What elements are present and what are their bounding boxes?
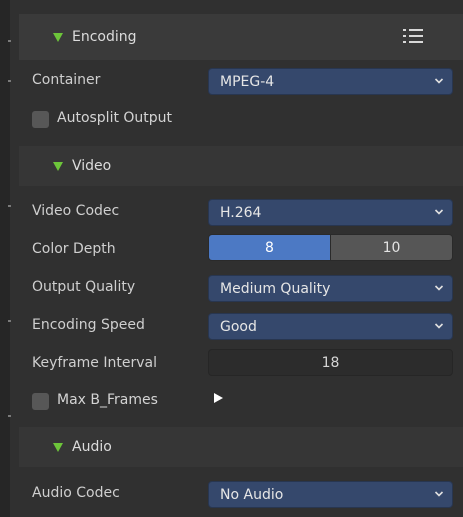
video-codec-value: H.264 — [220, 204, 262, 221]
keyframe-interval-value: 18 — [321, 354, 340, 371]
chevron-down-icon — [434, 491, 444, 497]
container-value: MPEG-4 — [220, 73, 275, 90]
edge-marker — [8, 40, 11, 42]
expand-arrow-icon[interactable] — [214, 393, 223, 403]
chevron-down-icon — [434, 323, 444, 329]
encoding-speed-label: Encoding Speed — [32, 317, 145, 333]
video-panel-title: Video — [72, 158, 112, 174]
keyframe-interval-field[interactable]: 18 — [208, 349, 453, 376]
color-depth-selector: 8 10 — [208, 234, 453, 261]
region-edge — [0, 0, 11, 517]
container-label: Container — [32, 72, 101, 88]
encoding-panel-title: Encoding — [72, 29, 137, 45]
output-quality-label: Output Quality — [32, 279, 136, 295]
expand-triangle-icon — [53, 161, 63, 171]
audio-codec-value: No Audio — [220, 486, 284, 503]
encoding-panel: Encoding Container MPEG-4 Autosplit Outp… — [19, 14, 463, 517]
audio-panel-title: Audio — [72, 439, 112, 455]
color-depth-option-8[interactable]: 8 — [209, 235, 330, 260]
expand-triangle-icon — [53, 442, 63, 452]
chevron-down-icon — [434, 285, 444, 291]
audio-codec-dropdown[interactable]: No Audio — [208, 481, 453, 508]
max-bframes-checkbox[interactable] — [32, 393, 49, 410]
encoding-speed-dropdown[interactable]: Good — [208, 313, 453, 340]
color-depth-label: Color Depth — [32, 241, 116, 257]
edge-marker — [8, 320, 11, 322]
output-quality-value: Medium Quality — [220, 280, 331, 297]
chevron-down-icon — [434, 209, 444, 215]
color-depth-option-10[interactable]: 10 — [330, 235, 452, 260]
chevron-down-icon — [434, 78, 444, 84]
audio-codec-label: Audio Codec — [32, 485, 120, 501]
edge-marker — [8, 415, 11, 417]
expand-triangle-icon — [53, 32, 63, 42]
audio-panel-header[interactable]: Audio — [19, 427, 463, 467]
video-codec-label: Video Codec — [32, 203, 120, 219]
edge-marker — [8, 80, 11, 82]
container-dropdown[interactable]: MPEG-4 — [208, 68, 453, 95]
video-panel-header[interactable]: Video — [19, 146, 463, 186]
encoding-panel-header[interactable]: Encoding — [19, 14, 463, 60]
max-bframes-label[interactable]: Max B_Frames — [57, 392, 158, 408]
output-quality-dropdown[interactable]: Medium Quality — [208, 275, 453, 302]
autosplit-label[interactable]: Autosplit Output — [57, 110, 172, 126]
keyframe-interval-label: Keyframe Interval — [32, 355, 157, 371]
encoding-speed-value: Good — [220, 318, 257, 335]
presets-list-icon[interactable] — [403, 27, 423, 45]
properties-editor: Encoding Container MPEG-4 Autosplit Outp… — [0, 0, 463, 517]
video-codec-dropdown[interactable]: H.264 — [208, 199, 453, 226]
edge-marker — [8, 205, 11, 207]
autosplit-checkbox[interactable] — [32, 111, 49, 128]
